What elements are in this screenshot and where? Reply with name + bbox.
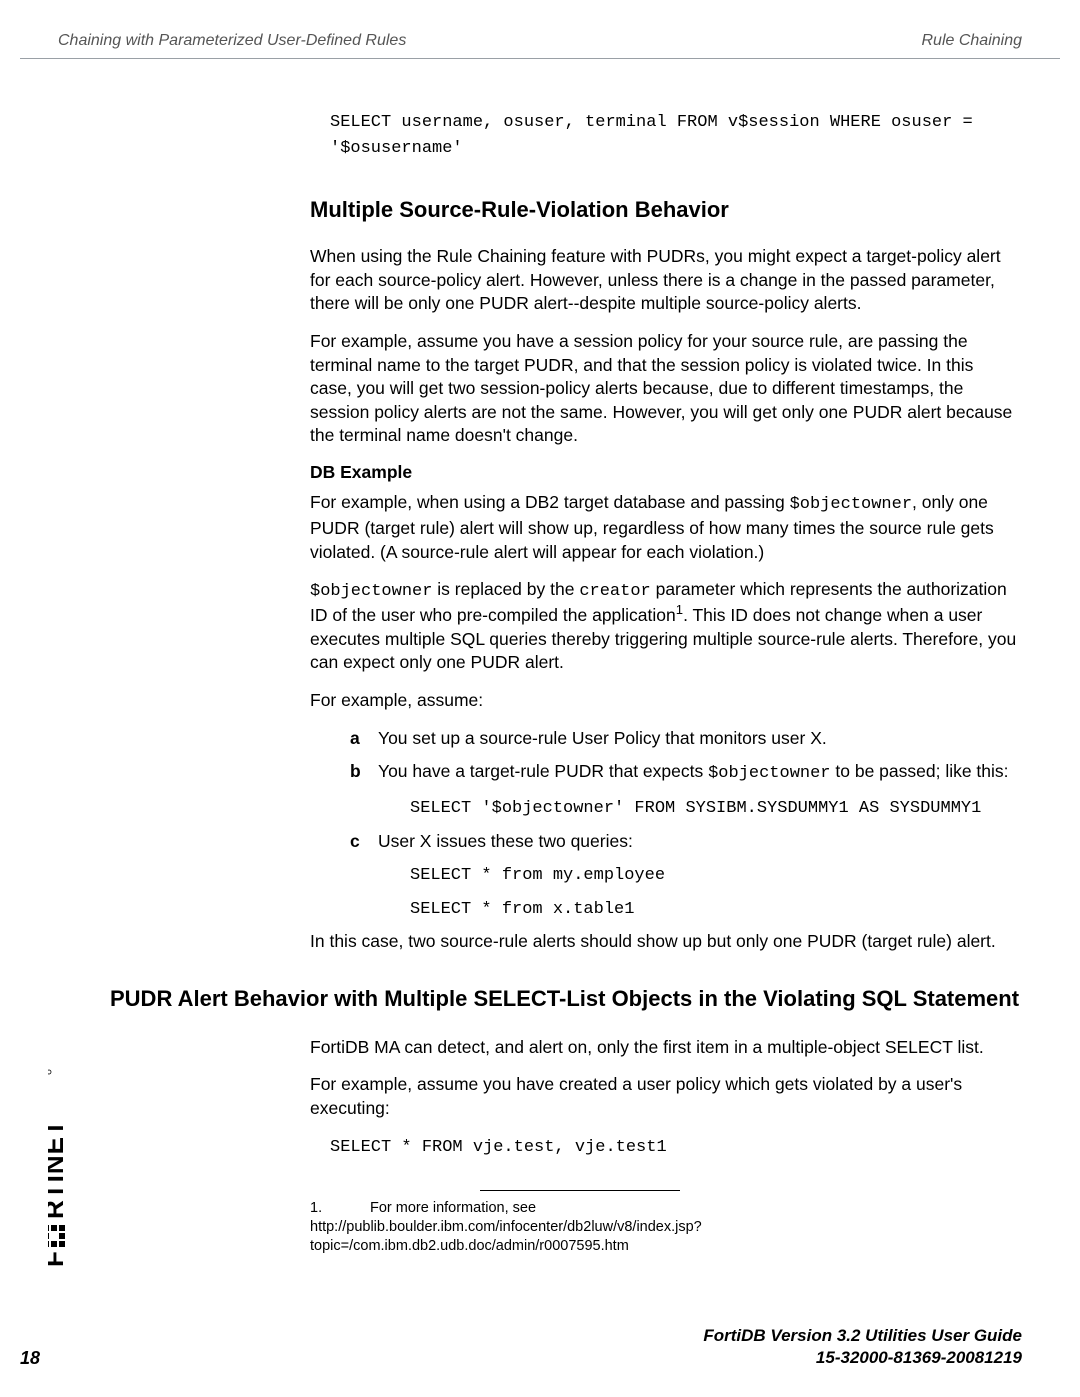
footer-line-2: 15-32000-81369-20081219	[816, 1348, 1022, 1367]
code-block: SELECT * from my.employee	[410, 863, 1020, 889]
ordered-list: c User X issues these two queries:	[350, 830, 1020, 854]
list-body: User X issues these two queries:	[378, 830, 1020, 854]
content-area: SELECT username, osuser, terminal FROM v…	[110, 110, 1020, 1297]
footnote-url: http://publib.boulder.ibm.com/infocenter…	[310, 1219, 702, 1254]
subheading-db-example: DB Example	[310, 462, 1020, 483]
paragraph: For example, assume:	[310, 689, 1020, 713]
footnote-rule	[480, 1190, 680, 1191]
inline-code: creator	[579, 582, 650, 601]
list-item: b You have a target-rule PUDR that expec…	[350, 760, 1020, 786]
list-item: c User X issues these two queries:	[350, 830, 1020, 854]
code-block-1: SELECT username, osuser, terminal FROM v…	[330, 110, 1020, 161]
footnote: 1.For more information, see http://publi…	[310, 1199, 1020, 1256]
page-number: 18	[20, 1348, 40, 1369]
list-body: You set up a source-rule User Policy tha…	[378, 727, 1020, 751]
svg-text:F: F	[48, 1250, 69, 1267]
svg-text:RTINET: RTINET	[48, 1119, 69, 1219]
list-marker: b	[350, 760, 378, 786]
inline-code: $objectowner	[310, 582, 432, 601]
list-body: You have a target-rule PUDR that expects…	[378, 760, 1020, 786]
paragraph: FortiDB MA can detect, and alert on, onl…	[310, 1036, 1020, 1060]
text: For example, when using a DB2 target dat…	[310, 492, 790, 512]
header-right: Rule Chaining	[921, 32, 1022, 50]
text: You have a target-rule PUDR that expects	[378, 761, 708, 781]
text: is replaced by the	[432, 579, 579, 599]
list-marker: a	[350, 727, 378, 751]
heading-pudr-alert: PUDR Alert Behavior with Multiple SELECT…	[110, 984, 1020, 1014]
page: Chaining with Parameterized User-Defined…	[0, 0, 1080, 1397]
header-rule	[20, 58, 1060, 59]
paragraph: When using the Rule Chaining feature wit…	[310, 245, 1020, 316]
footnote-ref: 1	[676, 602, 683, 617]
paragraph: For example, assume you have a session p…	[310, 330, 1020, 448]
text: to be passed; like this:	[831, 761, 1009, 781]
footer-line-1: FortiDB Version 3.2 Utilities User Guide	[703, 1326, 1022, 1345]
header-left: Chaining with Parameterized User-Defined…	[58, 32, 406, 50]
fortinet-logo: F RTINET	[48, 1062, 78, 1272]
footer-right: FortiDB Version 3.2 Utilities User Guide…	[703, 1325, 1022, 1369]
footnote-lead: For more information, see	[370, 1200, 536, 1216]
paragraph: For example, assume you have created a u…	[310, 1073, 1020, 1120]
paragraph: In this case, two source-rule alerts sho…	[310, 930, 1020, 954]
inline-code: $objectowner	[790, 495, 912, 514]
heading-multiple-source: Multiple Source-Rule-Violation Behavior	[310, 197, 1020, 223]
footnote-number: 1.	[310, 1199, 370, 1218]
paragraph: $objectowner is replaced by the creator …	[310, 578, 1020, 675]
ordered-list: a You set up a source-rule User Policy t…	[350, 727, 1020, 787]
paragraph: For example, when using a DB2 target dat…	[310, 491, 1020, 564]
code-block-2: SELECT * FROM vje.test, vje.test1	[330, 1135, 1020, 1161]
inline-code: $objectowner	[708, 764, 830, 783]
list-marker: c	[350, 830, 378, 854]
list-item: a You set up a source-rule User Policy t…	[350, 727, 1020, 751]
code-block: SELECT '$objectowner' FROM SYSIBM.SYSDUM…	[410, 796, 1020, 822]
code-block: SELECT * from x.table1	[410, 897, 1020, 923]
